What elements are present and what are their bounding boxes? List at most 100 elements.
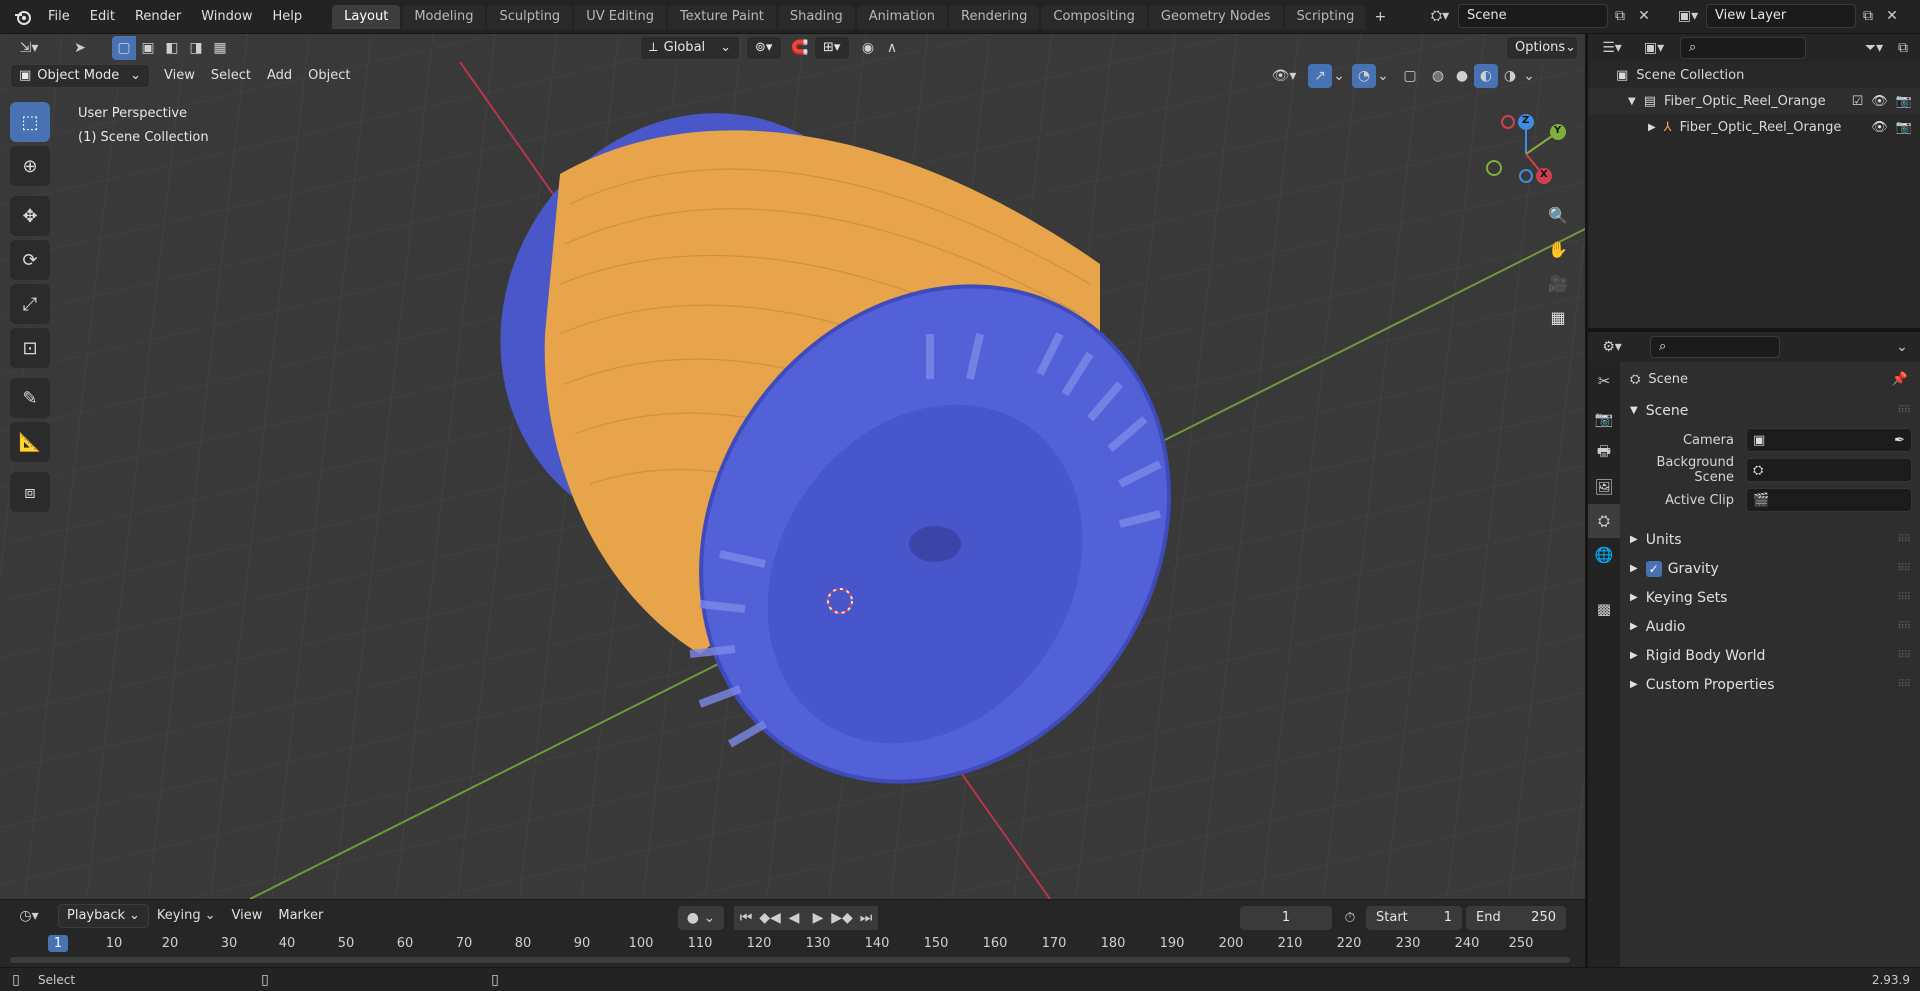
gravity-section-header[interactable]: ▶ ✓ Gravity ⠿⠿	[1620, 554, 1920, 583]
current-frame-field[interactable]: 1	[1240, 906, 1332, 930]
chevron-down-icon[interactable]: ▼	[1628, 96, 1636, 107]
tab-texture-paint[interactable]: Texture Paint	[668, 4, 776, 29]
move-tool-icon[interactable]: ✥	[10, 196, 50, 236]
tab-rendering[interactable]: Rendering	[949, 4, 1040, 29]
gizmo-toggle-icon[interactable]: ↗	[1308, 64, 1332, 88]
outliner-editor-type-icon[interactable]: ☰▾	[1594, 36, 1630, 60]
jump-end-icon[interactable]: ⏭	[854, 906, 878, 930]
output-tab-icon[interactable]: 🖶	[1588, 436, 1620, 470]
view-layer-icon[interactable]: ▣▾	[1670, 4, 1706, 28]
tab-animation[interactable]: Animation	[856, 4, 947, 29]
select-box-tool-icon[interactable]: ⬚	[10, 102, 50, 142]
transform-orientation-dropdown[interactable]: ⟂ Global ⌄	[640, 36, 740, 60]
menu-window[interactable]: Window	[191, 0, 262, 34]
timeline-scrollbar[interactable]	[10, 957, 1570, 963]
solid-shading-icon[interactable]: ●	[1450, 64, 1474, 88]
menu-file[interactable]: File	[38, 0, 80, 34]
timeline-view-menu[interactable]: View	[224, 904, 271, 928]
render-camera-icon[interactable]: 📷	[1896, 94, 1912, 109]
mode-dropdown[interactable]: ▣ Object Mode ⌄	[10, 64, 150, 88]
drag-grip-icon[interactable]: ⠿⠿	[1897, 679, 1911, 690]
texture-tab-icon[interactable]: ▩	[1588, 592, 1620, 626]
menu-select[interactable]: Select	[203, 64, 259, 88]
menu-object[interactable]: Object	[300, 64, 358, 88]
tab-sculpting[interactable]: Sculpting	[487, 4, 573, 29]
play-reverse-icon[interactable]: ◀	[782, 906, 806, 930]
jump-start-icon[interactable]: ⏮	[734, 906, 758, 930]
chevron-down-icon[interactable]: ⌄	[1376, 64, 1390, 88]
add-cube-tool-icon[interactable]: ⧈	[10, 472, 50, 512]
start-frame-field[interactable]: Start 1	[1366, 906, 1462, 930]
options-dropdown[interactable]: Options ⌄	[1506, 36, 1578, 60]
current-frame-marker[interactable]: 1	[47, 935, 69, 952]
outliner-root-row[interactable]: ▣ Scene Collection	[1588, 62, 1920, 88]
pan-hand-icon[interactable]: ✋	[1543, 234, 1573, 264]
drag-grip-icon[interactable]: ⠿⠿	[1897, 592, 1911, 603]
tab-geometry-nodes[interactable]: Geometry Nodes	[1148, 4, 1283, 29]
scene-section-header[interactable]: ▼ Scene ⠿⠿	[1620, 396, 1920, 425]
menu-help[interactable]: Help	[263, 0, 313, 34]
tab-modeling[interactable]: Modeling	[402, 4, 486, 29]
world-tab-icon[interactable]: 🌐	[1588, 538, 1620, 572]
outliner-search-input[interactable]: ⌕	[1680, 37, 1806, 59]
gravity-checkbox[interactable]: ✓	[1645, 560, 1662, 577]
properties-search-input[interactable]: ⌕	[1650, 336, 1780, 358]
units-section-header[interactable]: ▶ Units ⠿⠿	[1620, 525, 1920, 554]
select-extend-icon[interactable]: ▣	[136, 36, 160, 60]
visibility-eye-icon[interactable]: 👁	[1871, 120, 1888, 135]
3d-viewport[interactable]: ⇲▾ ➤ ▢ ▣ ◧ ◨ ▦ ⟂ Global ⌄ ⊚▾ 🧲 ⊞▾ ◉ ∧ Op…	[0, 34, 1585, 899]
delete-scene-icon[interactable]: ✕	[1632, 4, 1656, 28]
material-preview-icon[interactable]: ◐	[1474, 64, 1498, 88]
record-icon[interactable]: ● ⌄	[678, 906, 724, 930]
zoom-icon[interactable]: 🔍	[1543, 200, 1573, 230]
camera-field[interactable]: ▣ ✒	[1746, 428, 1912, 452]
chevron-down-icon[interactable]: ⌄	[1890, 335, 1914, 359]
drag-grip-icon[interactable]: ⠿⠿	[1897, 534, 1911, 545]
menu-add[interactable]: Add	[259, 64, 300, 88]
scene-name-field[interactable]: Scene	[1458, 4, 1608, 28]
delete-view-layer-icon[interactable]: ✕	[1880, 4, 1904, 28]
menu-render[interactable]: Render	[125, 0, 191, 34]
add-workspace-button[interactable]: +	[1368, 5, 1392, 29]
render-camera-icon[interactable]: 📷	[1896, 120, 1912, 135]
perspective-toggle-icon[interactable]: ▦	[1543, 302, 1573, 332]
chevron-right-icon[interactable]: ▶	[1648, 122, 1656, 133]
chevron-down-icon[interactable]: ⌄	[1522, 64, 1536, 88]
audio-section-header[interactable]: ▶ Audio ⠿⠿	[1620, 612, 1920, 641]
chevron-down-icon[interactable]: ⌄	[1332, 64, 1346, 88]
tab-uv-editing[interactable]: UV Editing	[574, 4, 667, 29]
render-tab-icon[interactable]: 📷	[1588, 402, 1620, 436]
pivot-point-dropdown[interactable]: ⊚▾	[746, 36, 782, 60]
keying-menu[interactable]: Keying ⌄	[149, 904, 224, 928]
menu-view[interactable]: View	[156, 64, 203, 88]
xray-toggle-icon[interactable]: ▢	[1398, 64, 1422, 88]
drag-grip-icon[interactable]: ⠿⠿	[1897, 621, 1911, 632]
drag-grip-icon[interactable]: ⠿⠿	[1897, 563, 1911, 574]
filter-icon[interactable]: ⏷▾	[1856, 36, 1892, 60]
visibility-eye-icon[interactable]: 👁	[1871, 94, 1888, 109]
scene-tab-icon[interactable]: ⛭	[1588, 504, 1620, 538]
exclude-checkbox-icon[interactable]: ☑	[1852, 94, 1864, 109]
active-clip-field[interactable]: 🎬	[1746, 488, 1912, 512]
eyedropper-icon[interactable]: ✒	[1894, 433, 1905, 448]
measure-tool-icon[interactable]: 📐	[10, 422, 50, 462]
background-scene-field[interactable]: ⛭	[1746, 458, 1912, 482]
new-scene-icon[interactable]: ⧉	[1608, 4, 1632, 28]
select-invert-icon[interactable]: ◨	[184, 36, 208, 60]
tool-tab-icon[interactable]: ✂	[1588, 364, 1620, 398]
tab-shading[interactable]: Shading	[777, 4, 855, 29]
drag-grip-icon[interactable]: ⠿⠿	[1897, 650, 1911, 661]
outliner-object-row[interactable]: ▶ ⅄ Fiber_Optic_Reel_Orange 👁 📷	[1588, 114, 1920, 140]
annotate-tool-icon[interactable]: ✎	[10, 378, 50, 418]
camera-view-icon[interactable]: 🎥	[1543, 268, 1573, 298]
overlay-toggle-icon[interactable]: ◔	[1352, 64, 1376, 88]
timeline-editor-type-icon[interactable]: ◷▾	[10, 904, 48, 928]
select-intersect-icon[interactable]: ▦	[208, 36, 232, 60]
snap-icon[interactable]: 🧲	[788, 36, 812, 60]
marker-menu[interactable]: Marker	[270, 904, 331, 928]
keying-sets-section-header[interactable]: ▶ Keying Sets ⠿⠿	[1620, 583, 1920, 612]
wireframe-shading-icon[interactable]: ◍	[1426, 64, 1450, 88]
tab-compositing[interactable]: Compositing	[1041, 4, 1147, 29]
editor-type-icon[interactable]: ⇲▾	[10, 36, 48, 60]
properties-editor-type-icon[interactable]: ⚙▾	[1594, 335, 1630, 359]
